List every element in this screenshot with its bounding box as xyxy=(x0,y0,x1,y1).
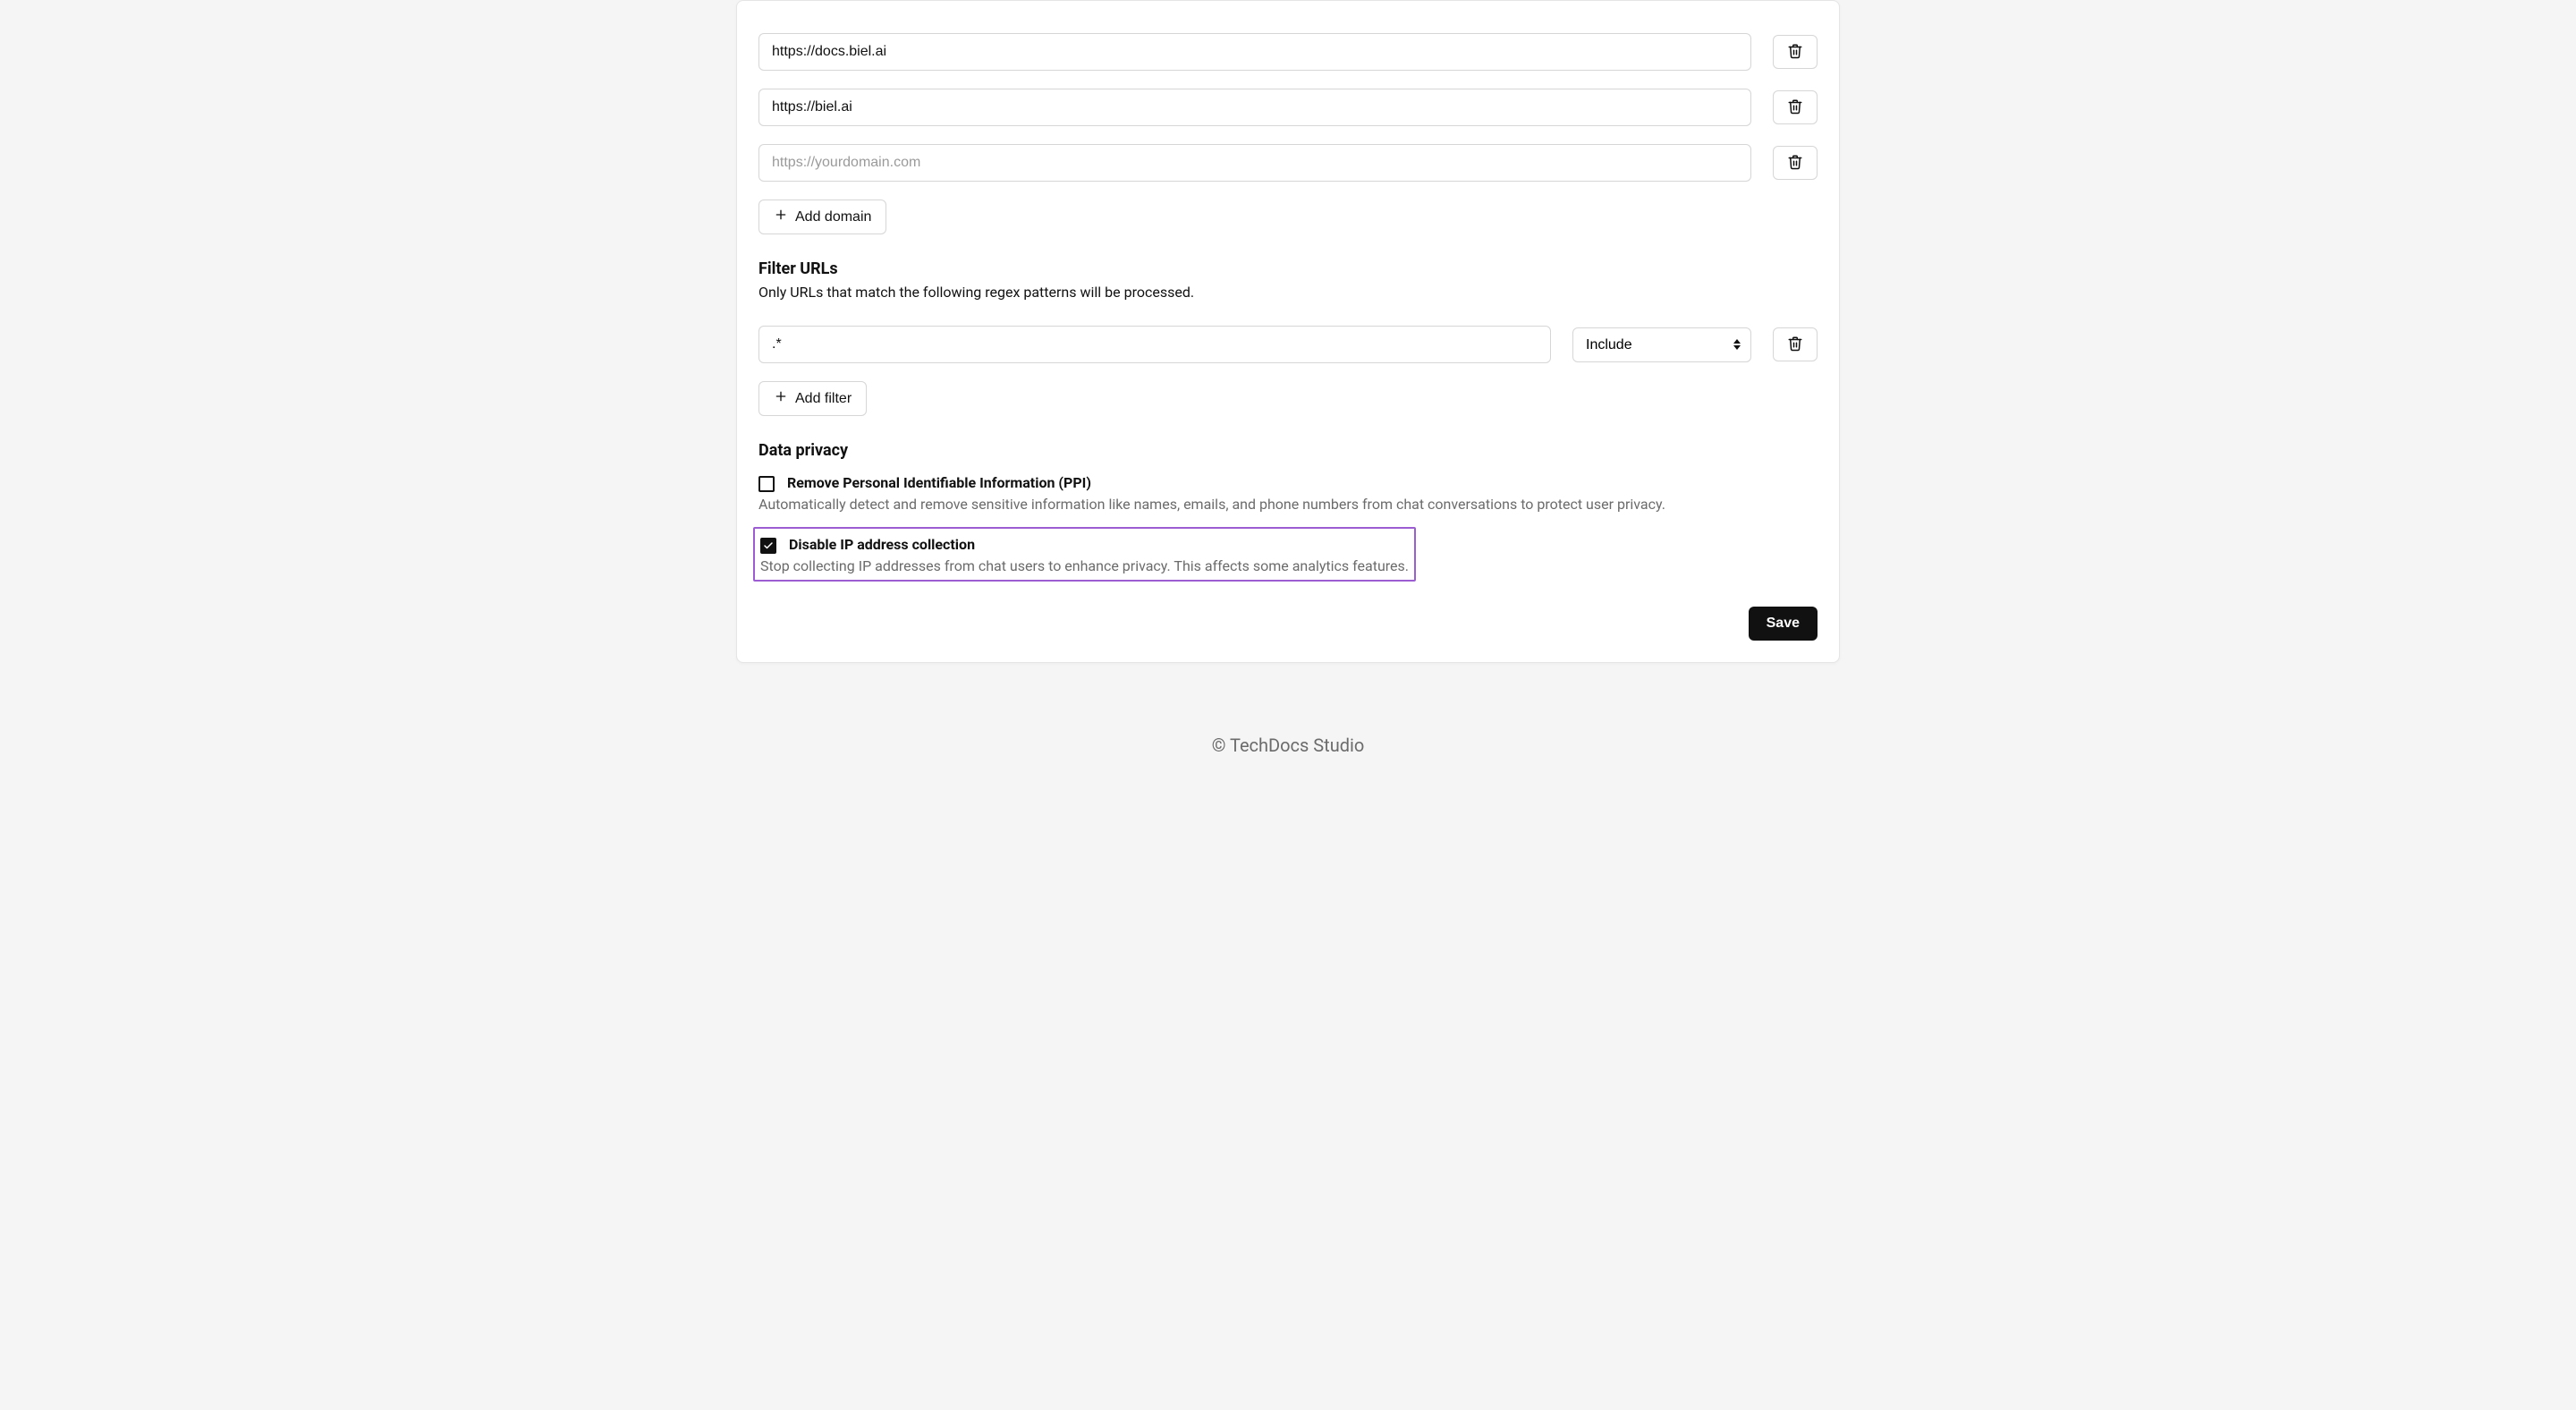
ip-checkbox-label: Disable IP address collection xyxy=(789,536,975,553)
filter-mode-select-wrap: Include xyxy=(1572,327,1751,362)
plus-icon xyxy=(774,389,788,408)
plus-icon xyxy=(774,208,788,226)
delete-domain-button[interactable] xyxy=(1773,35,1818,69)
ppi-checkbox-desc: Automatically detect and remove sensitiv… xyxy=(758,496,1818,513)
domain-input[interactable] xyxy=(758,33,1751,71)
domain-row xyxy=(758,89,1818,126)
add-filter-button[interactable]: Add filter xyxy=(758,381,867,416)
filter-row: Include xyxy=(758,326,1818,363)
domain-input[interactable] xyxy=(758,89,1751,126)
ip-checkbox-row: Disable IP address collection xyxy=(760,536,1409,554)
trash-icon xyxy=(1787,98,1803,117)
ip-checkbox-desc: Stop collecting IP addresses from chat u… xyxy=(760,557,1409,574)
filter-urls-desc: Only URLs that match the following regex… xyxy=(758,284,1818,301)
ppi-checkbox-label: Remove Personal Identifiable Information… xyxy=(787,474,1091,491)
domain-input[interactable] xyxy=(758,144,1751,182)
domain-row xyxy=(758,1,1818,71)
ip-highlight-box: Disable IP address collection Stop colle… xyxy=(753,527,1416,582)
filter-urls-title: Filter URLs xyxy=(758,259,1818,278)
filter-pattern-input[interactable] xyxy=(758,326,1551,363)
save-button[interactable]: Save xyxy=(1749,607,1818,641)
delete-domain-button[interactable] xyxy=(1773,146,1818,180)
domain-row xyxy=(758,144,1818,182)
footer-text: © TechDocs Studio xyxy=(736,717,1840,792)
add-filter-label: Add filter xyxy=(795,391,852,407)
filter-mode-select[interactable]: Include xyxy=(1572,327,1751,362)
check-icon xyxy=(763,538,774,555)
trash-icon xyxy=(1787,154,1803,173)
delete-domain-button[interactable] xyxy=(1773,90,1818,124)
add-domain-label: Add domain xyxy=(795,209,871,225)
trash-icon xyxy=(1787,336,1803,354)
settings-card: Add domain Filter URLs Only URLs that ma… xyxy=(736,0,1840,663)
add-domain-button[interactable]: Add domain xyxy=(758,200,886,234)
trash-icon xyxy=(1787,43,1803,62)
ppi-checkbox[interactable] xyxy=(758,476,775,492)
ppi-checkbox-row: Remove Personal Identifiable Information… xyxy=(758,474,1818,492)
ip-checkbox[interactable] xyxy=(760,538,776,554)
data-privacy-title: Data privacy xyxy=(758,441,1818,460)
delete-filter-button[interactable] xyxy=(1773,327,1818,361)
